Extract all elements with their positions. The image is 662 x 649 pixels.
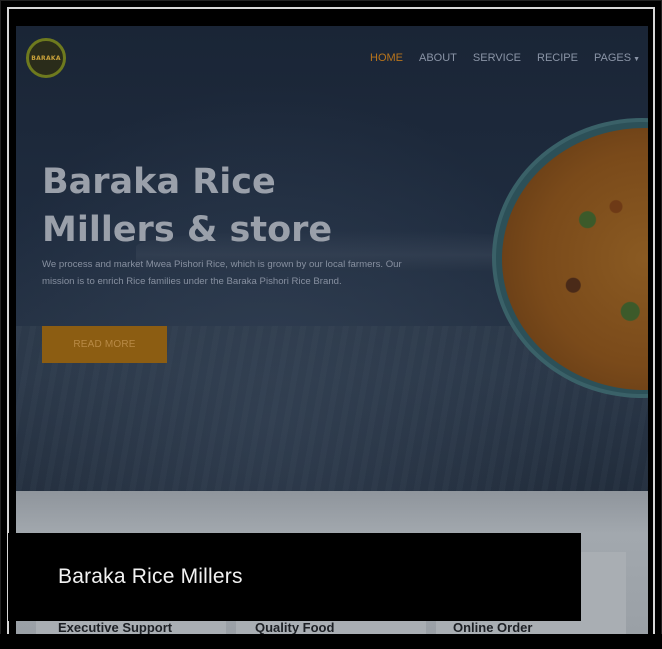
feature-title-quality-food: Quality Food: [255, 620, 335, 634]
caption-text: Baraka Rice Millers: [58, 565, 243, 588]
nav-item-about[interactable]: ABOUT: [411, 52, 465, 64]
chevron-down-icon: ▼: [633, 56, 640, 63]
nav-item-service[interactable]: SERVICE: [465, 52, 529, 64]
feature-title-executive-support: Executive Support: [58, 620, 173, 634]
caption-overlay: Baraka Rice Millers: [8, 533, 581, 621]
bottom-frame-bar: [0, 634, 662, 649]
main-nav: HOME ABOUT SERVICE RECIPE PAGES ▼: [362, 52, 648, 64]
nav-item-pages-label: PAGES: [593, 52, 632, 64]
hero-title-line2: Millers & store: [42, 210, 333, 250]
nav-item-recipe[interactable]: RECIPE: [529, 52, 586, 64]
hero-title: Baraka Rice Millers & store: [42, 158, 372, 254]
nav-item-pages[interactable]: PAGES ▼: [586, 52, 648, 64]
feature-title-online-order: Online Order: [453, 620, 533, 634]
brand-logo[interactable]: BARAKA: [26, 38, 66, 78]
nav-item-home[interactable]: HOME: [362, 52, 411, 64]
hero-description: We process and market Mwea Pishori Rice,…: [42, 259, 402, 287]
read-more-button[interactable]: READ MORE: [42, 326, 167, 363]
logo-text: BARAKA: [31, 54, 61, 62]
hero-title-line1: Baraka Rice: [42, 162, 276, 202]
